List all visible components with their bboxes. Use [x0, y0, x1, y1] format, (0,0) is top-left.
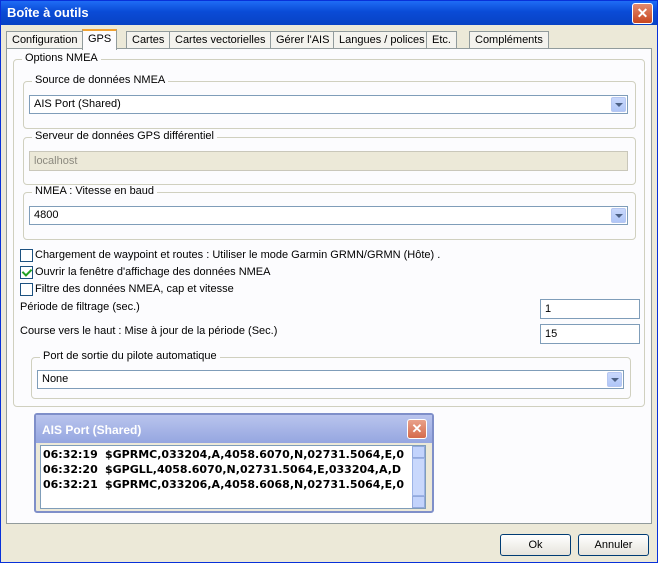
log-line: 06:32:19 $GPRMC,033204,A,4058.6070,N,0273… [43, 448, 404, 461]
autopilot-group: Port de sortie du pilote automatique Non… [31, 350, 631, 399]
nmea-console-window: AIS Port (Shared) ✕ 06:32:19 $GPRMC,03320… [34, 413, 434, 513]
filter-period-input[interactable]: 1 [540, 299, 640, 319]
log-text: $GPRMC,033204,A,4058.6070,N,02731.5064,E… [105, 448, 404, 461]
tab-cartes[interactable]: Cartes [126, 31, 171, 49]
autopilot-legend: Port de sortie du pilote automatique [40, 350, 220, 362]
cancel-button[interactable]: Annuler [578, 534, 649, 556]
baud-rate-group: NMEA : Vitesse en baud 4800 [23, 185, 636, 240]
log-line: 06:32:21 $GPRMC,033206,A,4058.6068,N,0273… [43, 478, 404, 491]
nmea-filter-label: Filtre des données NMEA, cap et vitesse [35, 283, 234, 295]
tab-gerer-ais[interactable]: Gérer l'AIS [270, 31, 336, 49]
scroll-up-icon[interactable] [412, 446, 425, 458]
title-bar[interactable]: Boîte à outils ✕ [1, 1, 657, 25]
baud-rate-select[interactable]: 4800 [29, 206, 628, 225]
scroll-down-icon[interactable] [412, 496, 425, 508]
autopilot-port-select[interactable]: None [37, 370, 624, 389]
tab-gps[interactable]: GPS [82, 29, 118, 50]
chevron-down-icon[interactable] [611, 97, 626, 112]
nmea-options-group: Options NMEA Source de données NMEA AIS … [13, 52, 645, 407]
tab-langues-polices[interactable]: Langues / polices [333, 31, 431, 49]
open-nmea-window-label: Ouvrir la fenêtre d'affichage des donnée… [35, 266, 271, 278]
filter-period-label: Période de filtrage (sec.) [20, 301, 140, 313]
window-title: Boîte à outils [7, 5, 89, 20]
log-scrollbar[interactable] [412, 446, 425, 508]
log-time: 06:32:21 [43, 478, 98, 491]
ok-button[interactable]: Ok [500, 534, 571, 556]
log-text: $GPGLL,4058.6070,N,02731.5064,E,033204,A… [105, 463, 402, 476]
nmea-filter-checkbox[interactable] [20, 283, 33, 296]
dgps-server-field: localhost [29, 151, 628, 171]
tab-configuration[interactable]: Configuration [6, 31, 84, 49]
scroll-thumb[interactable] [412, 458, 425, 496]
toolbox-window: Boîte à outils ✕ Configuration GPS Carte… [0, 0, 658, 563]
filter-period-value: 1 [545, 303, 552, 315]
console-close-button[interactable]: ✕ [407, 419, 427, 439]
baud-rate-legend: NMEA : Vitesse en baud [32, 185, 158, 197]
course-up-value: 15 [545, 328, 558, 340]
dgps-server-group: Serveur de données GPS différentiel loca… [23, 130, 636, 185]
nmea-source-legend: Source de données NMEA [32, 74, 169, 86]
baud-rate-value: 4800 [34, 209, 59, 221]
course-up-input[interactable]: 15 [540, 324, 640, 344]
log-time: 06:32:20 [43, 463, 98, 476]
garmin-mode-label: Chargement de waypoint et routes : Utili… [35, 249, 441, 261]
nmea-source-group: Source de données NMEA AIS Port (Shared) [23, 74, 636, 129]
nmea-log: 06:32:19 $GPRMC,033204,A,4058.6070,N,0273… [40, 445, 426, 509]
nmea-options-legend: Options NMEA [22, 52, 101, 64]
nmea-source-select[interactable]: AIS Port (Shared) [29, 95, 628, 114]
garmin-mode-checkbox[interactable] [20, 249, 33, 262]
console-title-bar[interactable]: AIS Port (Shared) ✕ [36, 415, 432, 443]
console-title: AIS Port (Shared) [42, 423, 142, 437]
log-line: 06:32:20 $GPGLL,4058.6070,N,02731.5064,E,… [43, 463, 401, 476]
dgps-server-value: localhost [34, 155, 78, 167]
tab-complements[interactable]: Compléments [469, 31, 549, 49]
log-text: $GPRMC,033206,A,4058.6068,N,02731.5064,E… [105, 478, 404, 491]
course-up-label: Course vers le haut : Mise à jour de la … [20, 325, 278, 337]
close-button[interactable]: ✕ [632, 3, 653, 24]
tab-etc[interactable]: Etc. [426, 31, 457, 49]
chevron-down-icon[interactable] [607, 372, 622, 387]
tab-cartes-vectorielles[interactable]: Cartes vectorielles [169, 31, 272, 49]
log-time: 06:32:19 [43, 448, 98, 461]
open-nmea-window-checkbox[interactable] [20, 266, 33, 279]
autopilot-port-value: None [42, 373, 69, 385]
chevron-down-icon[interactable] [611, 208, 626, 223]
nmea-source-value: AIS Port (Shared) [34, 98, 121, 110]
dgps-server-legend: Serveur de données GPS différentiel [32, 130, 217, 142]
